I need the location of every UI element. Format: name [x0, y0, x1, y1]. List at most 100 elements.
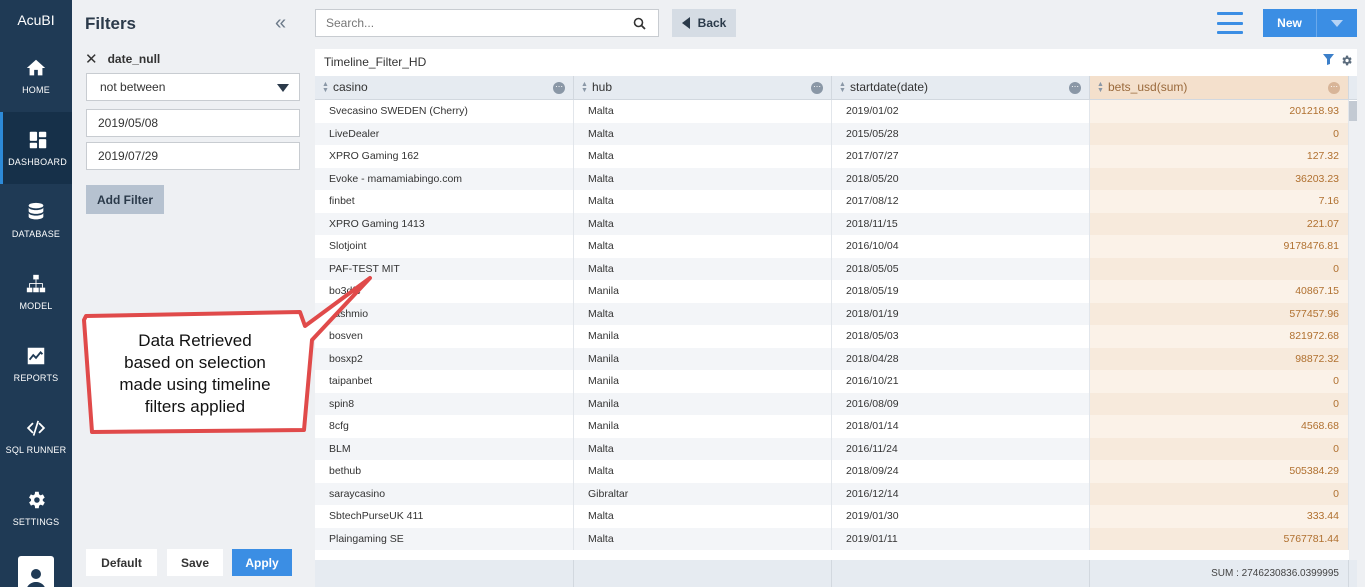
- remove-filter-icon[interactable]: ✕: [85, 50, 98, 68]
- cell-bets-usd: 0: [1090, 370, 1349, 393]
- cell-hub: Manila: [574, 280, 832, 303]
- collapse-panel-icon[interactable]: «: [275, 12, 286, 35]
- table-row[interactable]: bosxp2 Manila 2018/04/28 98872.32: [315, 347, 1357, 370]
- nav-dashboard[interactable]: DASHBOARD: [0, 112, 72, 184]
- apply-button[interactable]: Apply: [232, 549, 292, 576]
- menu-icon[interactable]: [1217, 12, 1243, 34]
- cell-startdate: 2016/10/04: [832, 235, 1090, 258]
- table-row[interactable]: Plaingaming SE Malta 2019/01/11 5767781.44: [315, 527, 1357, 550]
- column-header-startdate[interactable]: ▲ ▼ startdate(date) ⋯: [832, 76, 1090, 99]
- cell-casino: Evoke - mamamiabingo.com: [315, 167, 574, 190]
- cell-hub: Manila: [574, 370, 832, 393]
- table-row[interactable]: Svecasino SWEDEN (Cherry) Malta 2019/01/02…: [315, 100, 1357, 123]
- column-menu-icon[interactable]: ⋯: [1328, 82, 1340, 94]
- cell-casino: Plaingaming SE: [315, 527, 574, 550]
- default-button[interactable]: Default: [86, 549, 157, 576]
- back-button[interactable]: Back: [672, 9, 736, 37]
- cell-bets-usd: 9178476.81: [1090, 235, 1349, 258]
- table-row[interactable]: XPRO Gaming 1413 Malta 2018/11/15 221.07: [315, 212, 1357, 235]
- nav-sql-runner[interactable]: SQL RUNNER: [0, 400, 72, 472]
- cell-casino: bosven: [315, 325, 574, 348]
- column-menu-icon[interactable]: ⋯: [811, 82, 823, 94]
- filter-icon[interactable]: [1323, 54, 1334, 65]
- table-row[interactable]: Slotjoint Malta 2016/10/04 9178476.81: [315, 235, 1357, 258]
- filter-operator-select[interactable]: not between: [86, 73, 300, 101]
- grid-header: ▲ ▼ casino ⋯ ▲ ▼ hub ⋯ ▲ ▼ startdate(date) ⋯ ▲ ▼ be…: [315, 76, 1357, 100]
- nav-sql-runner-label: SQL RUNNER: [5, 445, 67, 455]
- column-header-bets-usd[interactable]: ▲ ▼ bets_usd(sum) ⋯: [1090, 76, 1349, 99]
- back-label: Back: [697, 16, 727, 30]
- sum-total: SUM : 2746230836.0399995: [1090, 560, 1349, 587]
- cell-startdate: 2019/01/30: [832, 505, 1090, 528]
- nav-home[interactable]: HOME: [0, 40, 72, 112]
- cell-startdate: 2016/08/09: [832, 392, 1090, 415]
- table-row[interactable]: SbtechPurseUK 411 Malta 2019/01/30 333.44: [315, 505, 1357, 528]
- table-row[interactable]: bo3dfc Manila 2018/05/19 40867.15: [315, 280, 1357, 303]
- sort-icon[interactable]: ▲ ▼: [1097, 81, 1104, 94]
- cell-casino: bo3dfc: [315, 280, 574, 303]
- new-dropdown-toggle[interactable]: [1316, 9, 1357, 37]
- scrollbar-thumb[interactable]: [1349, 101, 1357, 121]
- date-to-input[interactable]: [86, 142, 300, 170]
- table-row[interactable]: bosven Manila 2018/05/03 821972.68: [315, 325, 1357, 348]
- search-icon: [633, 17, 646, 30]
- column-menu-icon[interactable]: ⋯: [553, 82, 565, 94]
- column-header-casino[interactable]: ▲ ▼ casino ⋯: [315, 76, 574, 99]
- table-row[interactable]: Evoke - mamamiabingo.com Malta 2018/05/20 3…: [315, 167, 1357, 190]
- nav-reports-label: REPORTS: [13, 373, 59, 383]
- filters-panel: Filters « ✕ date_null not between Add Fi…: [72, 0, 305, 587]
- table-row[interactable]: taipanbet Manila 2016/10/21 0: [315, 370, 1357, 393]
- cell-hub: Malta: [574, 122, 832, 145]
- table-row[interactable]: spin8 Manila 2016/08/09 0: [315, 392, 1357, 415]
- reports-icon: [27, 347, 45, 365]
- cell-bets-usd: 36203.23: [1090, 167, 1349, 190]
- cell-casino: PAF-TEST MIT: [315, 257, 574, 280]
- chevron-down-icon: [1331, 19, 1343, 27]
- cell-bets-usd: 127.32: [1090, 145, 1349, 168]
- code-icon: [26, 420, 46, 436]
- table-row[interactable]: XPRO Gaming 162 Malta 2017/07/27 127.32: [315, 145, 1357, 168]
- cell-bets-usd: 221.07: [1090, 212, 1349, 235]
- filter-field-row: ✕ date_null: [85, 50, 160, 68]
- save-button[interactable]: Save: [167, 549, 223, 576]
- sort-icon[interactable]: ▲ ▼: [581, 81, 588, 94]
- cell-bets-usd: 7.16: [1090, 190, 1349, 213]
- annotation-line: filters applied: [144, 397, 246, 416]
- table-row[interactable]: bethub Malta 2018/09/24 505384.29: [315, 460, 1357, 483]
- column-label: hub: [592, 80, 613, 94]
- sort-icon[interactable]: ▲ ▼: [322, 81, 329, 94]
- vertical-scrollbar[interactable]: [1349, 101, 1357, 560]
- table-row[interactable]: cashmio Malta 2018/01/19 577457.96: [315, 302, 1357, 325]
- sort-icon[interactable]: ▲ ▼: [839, 81, 846, 94]
- gear-icon[interactable]: [1340, 54, 1353, 67]
- cell-startdate: 2016/11/24: [832, 437, 1090, 460]
- nav-reports[interactable]: REPORTS: [0, 328, 72, 400]
- cell-startdate: 2018/05/05: [832, 257, 1090, 280]
- search-input[interactable]: Search...: [315, 9, 659, 37]
- nav-settings[interactable]: SETTINGS: [0, 472, 72, 544]
- table-row[interactable]: finbet Malta 2017/08/12 7.16: [315, 190, 1357, 213]
- new-button[interactable]: New: [1263, 9, 1357, 37]
- cell-casino: XPRO Gaming 162: [315, 145, 574, 168]
- cell-hub: Manila: [574, 415, 832, 438]
- footer-cell: [832, 560, 1090, 587]
- nav-model[interactable]: MODEL: [0, 256, 72, 328]
- cell-startdate: 2018/11/15: [832, 212, 1090, 235]
- cell-startdate: 2019/01/02: [832, 100, 1090, 123]
- nav-database[interactable]: DATABASE: [0, 184, 72, 256]
- user-avatar[interactable]: [18, 556, 54, 587]
- cell-bets-usd: 821972.68: [1090, 325, 1349, 348]
- cell-hub: Malta: [574, 145, 832, 168]
- cell-hub: Malta: [574, 190, 832, 213]
- add-filter-button[interactable]: Add Filter: [86, 185, 164, 214]
- table-row[interactable]: saraycasino Gibraltar 2016/12/14 0: [315, 482, 1357, 505]
- cell-startdate: 2016/12/14: [832, 482, 1090, 505]
- column-menu-icon[interactable]: ⋯: [1069, 82, 1081, 94]
- table-row[interactable]: 8cfg Manila 2018/01/14 4568.68: [315, 415, 1357, 438]
- table-row[interactable]: LiveDealer Malta 2015/05/28 0: [315, 122, 1357, 145]
- table-row[interactable]: BLM Malta 2016/11/24 0: [315, 437, 1357, 460]
- date-from-input[interactable]: [86, 109, 300, 137]
- column-header-hub[interactable]: ▲ ▼ hub ⋯: [574, 76, 832, 99]
- table-row[interactable]: PAF-TEST MIT Malta 2018/05/05 0: [315, 257, 1357, 280]
- cell-casino: spin8: [315, 392, 574, 415]
